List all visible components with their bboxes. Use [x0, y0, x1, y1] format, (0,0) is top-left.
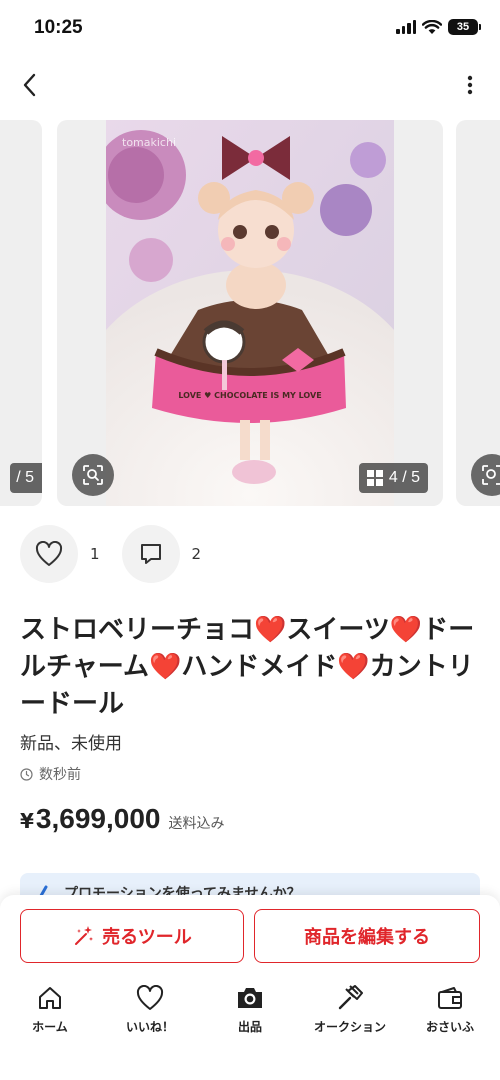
bottom-tab-bar: ホーム いいね！ 出品 オークション おさいふ	[0, 983, 500, 1035]
prev-counter-text: / 5	[16, 469, 34, 486]
sell-tool-label: 売るツール	[102, 927, 192, 948]
home-icon	[39, 987, 61, 1009]
price-row: ¥ 3,699,000 送料込み	[20, 803, 225, 835]
tab-sell-label: 出品	[237, 1020, 262, 1034]
like-button[interactable]	[20, 525, 78, 583]
next-zoom-button[interactable]	[471, 454, 500, 496]
clock-icon	[20, 767, 33, 781]
wifi-icon	[422, 19, 442, 34]
sell-tool-button[interactable]: 売るツール	[20, 909, 244, 963]
bottom-action-sheet: 売るツール 商品を編集する ホーム いいね！ 出品 オークション おさいふ	[0, 895, 500, 1080]
tab-likes[interactable]: いいね！	[100, 983, 200, 1035]
zoom-search-icon	[482, 465, 500, 485]
comment-count: 2	[191, 545, 202, 563]
dress-text: LOVE ♥ CHOCOLATE IS MY LOVE	[178, 391, 321, 400]
heart-icon	[35, 541, 63, 566]
image-counter-text: 4 / 5	[388, 469, 420, 486]
tab-auction-label: オークション	[313, 1020, 386, 1034]
magic-wand-icon	[75, 926, 94, 945]
chevron-left-icon	[23, 73, 36, 97]
tab-home-label: ホーム	[32, 1020, 68, 1034]
edit-item-label: 商品を編集する	[304, 927, 430, 948]
tab-sell[interactable]: 出品	[200, 983, 300, 1035]
status-time: 10:25	[34, 17, 83, 38]
battery-icon: 35	[448, 19, 481, 35]
tab-likes-label: いいね！	[125, 1020, 174, 1034]
currency-symbol: ¥	[20, 809, 34, 833]
tab-wallet[interactable]: おさいふ	[400, 983, 500, 1035]
doll-photo-illustration: tomakichi LOVE ♥ CHOCOLATE IS MY LOVE	[106, 120, 394, 506]
image-counter[interactable]: 4 / 5	[358, 463, 428, 493]
comment-icon	[140, 544, 161, 564]
status-bar: 10:25 35	[0, 0, 500, 58]
tab-home[interactable]: ホーム	[0, 983, 100, 1035]
heart-emoji: ❤️	[254, 615, 287, 645]
item-price: 3,699,000	[35, 803, 161, 834]
photo-watermark: tomakichi	[122, 136, 176, 149]
heart-icon	[136, 985, 164, 1010]
carousel-slide-main[interactable]: tomakichi LOVE ♥ CHOCOLATE IS MY LOVE 4 …	[57, 120, 443, 506]
item-condition: 新品、未使用	[20, 734, 122, 754]
tab-wallet-label: おさいふ	[425, 1020, 474, 1034]
signal-icon	[396, 20, 416, 34]
camera-icon	[238, 988, 262, 1008]
posted-time-text: 数秒前	[39, 767, 81, 783]
status-icons: 35	[396, 19, 481, 35]
edit-item-button[interactable]: 商品を編集する	[254, 909, 480, 963]
wallet-icon	[438, 987, 462, 1009]
title-part: スイーツ	[286, 615, 390, 645]
like-count: 1	[90, 545, 100, 563]
title-part: ハンドメイド	[181, 652, 338, 682]
battery-level: 35	[456, 21, 470, 33]
heart-emoji: ❤️	[148, 652, 182, 682]
item-title: ストロベリーチョコ❤️スイーツ❤️ドールチャーム❤️ハンドメイド❤️カントリード…	[20, 612, 482, 723]
gavel-icon	[338, 985, 363, 1010]
posted-time: 数秒前	[20, 764, 81, 784]
prev-image-counter: / 5	[10, 463, 42, 493]
carousel-slide-prev[interactable]: / 5	[0, 120, 42, 506]
image-carousel[interactable]: / 5 tomakichi LOVE ♥ CHOCOLATE IS MY LOV…	[0, 120, 500, 508]
shipping-note: 送料込み	[168, 816, 225, 832]
back-button[interactable]	[14, 70, 44, 100]
carousel-slide-next[interactable]	[456, 120, 500, 506]
comment-button[interactable]	[121, 525, 180, 583]
reactions-row: 1 2	[20, 525, 223, 583]
grid-icon	[366, 470, 383, 486]
product-photo[interactable]: tomakichi LOVE ♥ CHOCOLATE IS MY LOVE	[106, 120, 394, 506]
title-part: ストロベリーチョコ	[20, 615, 255, 645]
tab-auction[interactable]: オークション	[300, 983, 400, 1035]
heart-emoji: ❤️	[389, 615, 423, 645]
more-vertical-icon	[467, 75, 473, 95]
zoom-search-icon	[83, 465, 103, 485]
more-button[interactable]	[462, 70, 478, 100]
heart-emoji: ❤️	[337, 652, 370, 682]
zoom-button[interactable]	[72, 454, 114, 496]
